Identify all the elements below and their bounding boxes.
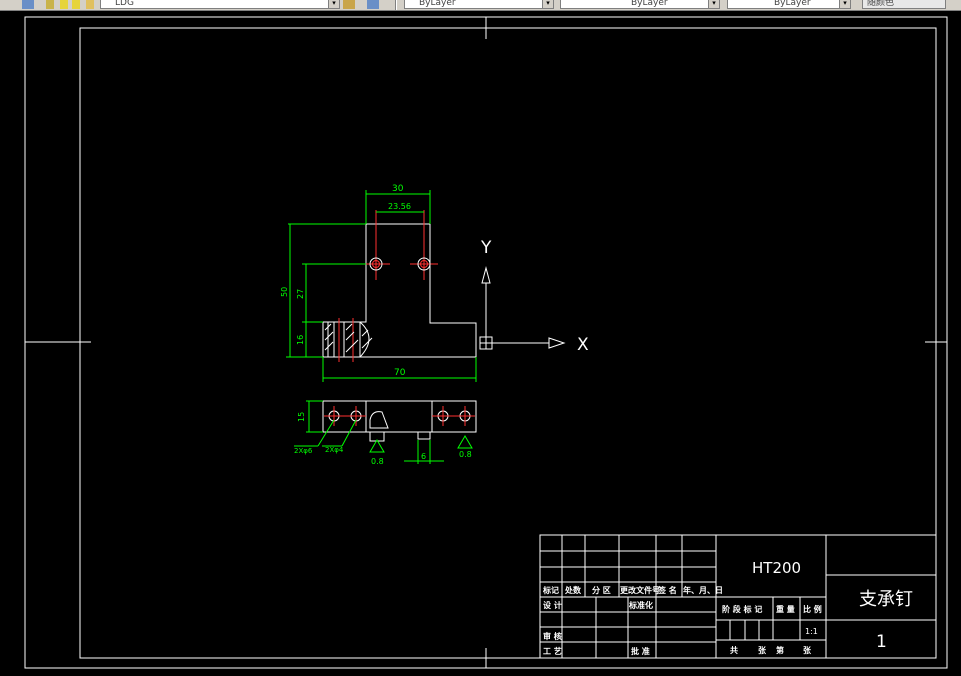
dim-total-width: 70 [394,368,406,378]
lineweight-combo-value: ByLayer [774,0,811,8]
ucs-x-label: X [577,335,589,355]
holes-front [369,257,431,271]
layer-previous-icon[interactable] [367,0,379,9]
plotstyle-combo[interactable]: 随颜色 [862,0,946,9]
tb-zone: 分 区 [592,585,611,595]
dim-hole-spacing: 23.56 [388,202,411,211]
tb-design: 设 计 [543,600,562,610]
roughness-left: 0.8 [371,457,384,466]
dim-side-height: 15 [297,412,306,422]
dim-hole-left: 2Xφ6 [294,447,313,455]
tb-scale: 1:1 [805,627,818,636]
dim-hole-right: 2Xφ4 [325,446,344,454]
linetype-combo[interactable]: ByLayer ▾ [560,0,720,9]
chevron-down-icon[interactable]: ▾ [839,0,850,8]
tb-stage-mark: 阶 段 标 记 [722,604,762,614]
roughness-right: 0.8 [459,450,472,459]
tb-part-name: 支承钉 [859,589,913,610]
dimension-lines [286,190,477,382]
dim-total-height: 50 [280,287,289,297]
tb-page: 第 [776,645,784,655]
tb-drawing-number: 1 [876,632,887,652]
dim-slot-width: 6 [421,452,426,461]
tb-change-doc: 更改文件号 [620,585,660,595]
plotstyle-combo-value: 随颜色 [867,0,895,8]
tb-total: 共 [730,645,738,655]
layer-manager-icon[interactable] [22,0,34,9]
layer-combo[interactable]: LDG ▾ [100,0,340,9]
tb-review: 审 核 [543,631,562,641]
ucs-y-label: Y [480,238,492,258]
tb-process: 工 艺 [543,646,562,656]
tb-date: 年、月、日 [683,585,723,595]
tb-standardize: 标准化 [628,600,653,610]
tb-weight: 重 量 [776,604,795,614]
lineweight-combo[interactable]: ByLayer ▾ [727,0,851,9]
layer-state-icon[interactable] [46,0,54,9]
tb-signature: 签 名 [657,585,677,595]
sun-icon[interactable] [72,0,80,9]
dim-top-width: 30 [392,184,404,194]
linetype-combo-value: ByLayer [631,0,668,8]
tb-approve: 批 准 [631,646,650,656]
chevron-down-icon[interactable]: ▾ [542,0,553,8]
dim-upper-height: 27 [296,289,305,299]
center-lines [338,210,438,362]
tb-mark: 标记 [542,585,559,595]
lightbulb-icon[interactable] [60,0,68,9]
bottom-center-lines [324,406,475,426]
tb-material: HT200 [752,559,801,577]
layer-combo-value: LDG [115,0,134,8]
tb-sheets2: 张 [803,646,812,655]
color-combo[interactable]: ByLayer ▾ [404,0,554,9]
make-current-icon[interactable] [343,0,355,9]
dim-lower-height: 16 [296,335,305,345]
toolbar-separator [395,0,397,10]
ucs-icon [479,266,566,350]
bottom-view[interactable] [322,400,477,442]
color-combo-value: ByLayer [419,0,456,8]
tb-count: 处数 [564,585,582,595]
tb-sheets1: 张 [758,646,767,655]
chevron-down-icon[interactable]: ▾ [708,0,719,8]
drawing-canvas[interactable]: Y X 30 23.56 50 27 16 70 15 2Xφ6 2Xφ4 6 … [0,10,961,676]
tb-ratio: 比 例 [803,604,822,614]
section-hatch [324,321,373,358]
front-view[interactable] [322,223,477,358]
lock-icon[interactable] [86,0,94,9]
chevron-down-icon[interactable]: ▾ [328,0,339,8]
